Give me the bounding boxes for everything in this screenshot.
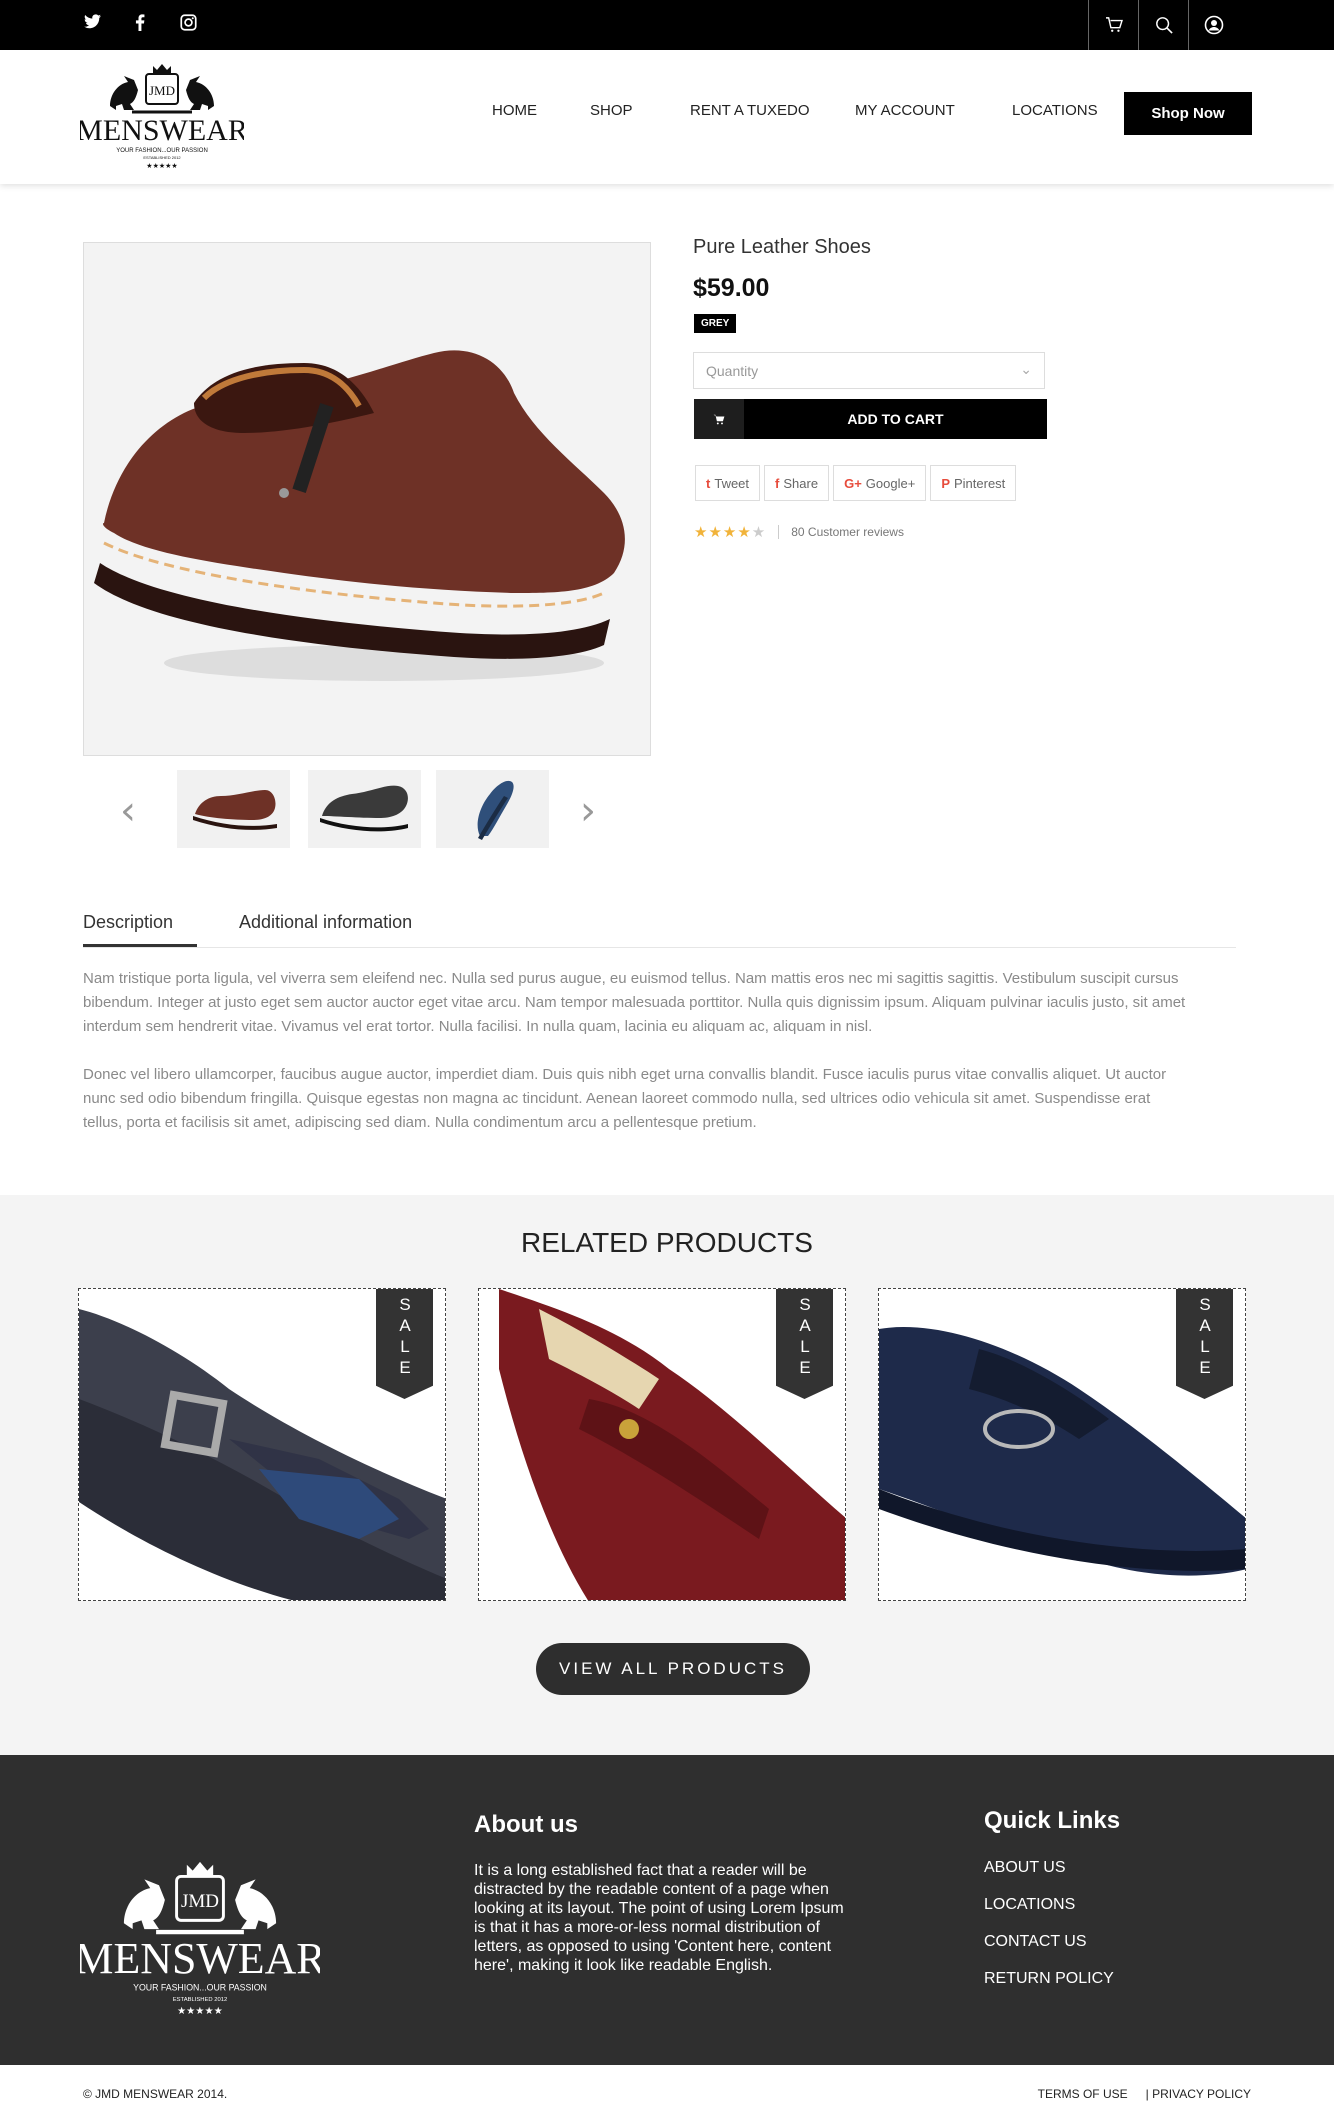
description-paragraph-1: Nam tristique porta ligula, vel viverra … [83, 970, 1186, 1035]
product-title: Pure Leather Shoes [693, 236, 871, 258]
tweet-button[interactable]: t Tweet [695, 465, 761, 501]
customer-reviews-link[interactable]: 80 Customer reviews [778, 525, 904, 539]
footer-link-return-policy[interactable]: RETURN POLICY [984, 1970, 1120, 1988]
nav-locations[interactable]: LOCATIONS [1012, 102, 1112, 119]
header-tools [1088, 0, 1238, 50]
related-product-card[interactable]: SALE [78, 1288, 446, 1601]
footer: JMD MENSWEAR YOUR FASHION...OUR PASSION … [0, 1755, 1334, 2065]
svg-text:★★★★★: ★★★★★ [177, 2006, 223, 2017]
svg-text:ESTABLISHED 2012: ESTABLISHED 2012 [143, 155, 181, 160]
brand-logo[interactable]: JMD MENSWEAR YOUR FASHION...OUR PASSION … [76, 58, 248, 170]
thumbs-prev-arrow[interactable]: ‹ [120, 788, 136, 834]
facebook-icon[interactable] [130, 14, 150, 36]
quantity-placeholder: Quantity [706, 363, 759, 379]
svg-text:MENSWEAR: MENSWEAR [80, 1935, 320, 1983]
facebook-icon: f [775, 475, 780, 491]
product-main-image [83, 242, 651, 756]
add-to-cart-label: ADD TO CART [847, 411, 944, 427]
svg-text:YOUR FASHION...OUR PASSION: YOUR FASHION...OUR PASSION [116, 148, 208, 154]
thumbnail-brown-shoe[interactable] [177, 770, 290, 848]
nav-shop[interactable]: SHOP [590, 102, 670, 119]
view-all-products-button[interactable]: VIEW ALL PRODUCTS [536, 1643, 810, 1695]
bottom-bar: © JMD MENSWEAR 2014. TERMS OF USE | PRIV… [0, 2065, 1334, 2126]
related-products-section: RELATED PRODUCTS SALE SALE SALE VIEW ALL… [0, 1195, 1334, 1755]
footer-link-locations[interactable]: LOCATIONS [984, 1896, 1120, 1914]
twitter-icon[interactable] [82, 14, 102, 36]
user-icon[interactable] [1188, 0, 1238, 50]
main-header: JMD MENSWEAR YOUR FASHION...OUR PASSION … [0, 50, 1334, 184]
svg-text:ESTABLISHED 2012: ESTABLISHED 2012 [173, 1997, 227, 2003]
add-to-cart-button[interactable]: ADD TO CART [694, 399, 1047, 439]
rating-stars: ★★★★★ [694, 523, 767, 541]
tab-description[interactable]: Description [83, 912, 197, 947]
cart-icon [694, 399, 744, 439]
svg-text:JMD: JMD [181, 1891, 219, 1912]
svg-text:MENSWEAR: MENSWEAR [80, 114, 244, 147]
social-links [82, 14, 198, 36]
search-icon[interactable] [1138, 0, 1188, 50]
terms-of-use-link[interactable]: TERMS OF USE [1038, 2087, 1128, 2101]
related-products-heading: RELATED PRODUCTS [521, 1227, 813, 1258]
product-rating: ★★★★★ 80 Customer reviews [694, 523, 904, 541]
description-text: Nam tristique porta ligula, vel viverra … [83, 967, 1193, 1159]
related-product-card[interactable]: SALE [478, 1288, 846, 1601]
quantity-select[interactable]: Quantity ⌄ [693, 352, 1045, 389]
facebook-share-button[interactable]: f Share [764, 465, 830, 501]
instagram-icon[interactable] [178, 14, 198, 36]
about-text: It is a long established fact that a rea… [474, 1862, 844, 1974]
about-heading: About us [474, 1811, 578, 1838]
product-price: $59.00 [693, 274, 770, 302]
nav-my-account[interactable]: MY ACCOUNT [855, 102, 975, 119]
product-tabs: Description Additional information [83, 900, 1236, 948]
sale-ribbon: SALE [776, 1289, 833, 1399]
top-bar [0, 0, 1334, 50]
twitter-icon: t [706, 475, 711, 491]
nav-home[interactable]: HOME [492, 102, 572, 119]
thumbnail-blue-shoe[interactable] [436, 770, 549, 848]
privacy-policy-link[interactable]: | PRIVACY POLICY [1146, 2087, 1251, 2101]
share-buttons: t Tweet f Share G+ Google+ P Pinterest [695, 465, 1017, 501]
footer-quick-links: Quick Links ABOUT US LOCATIONS CONTACT U… [984, 1807, 1120, 2007]
google-plus-button[interactable]: G+ Google+ [833, 465, 927, 501]
chevron-down-icon: ⌄ [1020, 361, 1032, 377]
legal-links: TERMS OF USE | PRIVACY POLICY [1038, 2087, 1251, 2101]
related-product-card[interactable]: SALE [878, 1288, 1246, 1601]
thumbnail-black-shoe[interactable] [308, 770, 421, 848]
quick-links-heading: Quick Links [984, 1807, 1121, 1834]
description-paragraph-2: Donec vel libero ullamcorper, faucibus a… [83, 1066, 1167, 1131]
footer-about: About us It is a long established fact t… [474, 1811, 844, 1975]
footer-link-about-us[interactable]: ABOUT US [984, 1859, 1120, 1877]
sale-ribbon: SALE [1176, 1289, 1233, 1399]
nav-rent-a-tuxedo[interactable]: RENT A TUXEDO [690, 102, 830, 119]
thumbs-next-arrow[interactable]: › [580, 788, 596, 834]
sale-ribbon: SALE [376, 1289, 433, 1399]
pinterest-button[interactable]: P Pinterest [930, 465, 1017, 501]
copyright-text: © JMD MENSWEAR 2014. [83, 2087, 228, 2101]
svg-text:JMD: JMD [149, 83, 175, 98]
shop-now-button[interactable]: Shop Now [1124, 92, 1252, 135]
footer-link-contact-us[interactable]: CONTACT US [984, 1933, 1120, 1951]
product-thumbnails: ‹ › [120, 770, 620, 850]
google-plus-icon: G+ [844, 475, 862, 491]
color-badge[interactable]: GREY [694, 314, 737, 333]
tab-additional-information[interactable]: Additional information [239, 912, 412, 944]
svg-text:YOUR FASHION...OUR PASSION: YOUR FASHION...OUR PASSION [133, 1983, 267, 1993]
cart-icon[interactable] [1088, 0, 1138, 50]
svg-text:★★★★★: ★★★★★ [146, 162, 177, 170]
footer-logo[interactable]: JMD MENSWEAR YOUR FASHION...OUR PASSION … [74, 1850, 326, 2020]
pinterest-icon: P [941, 475, 950, 491]
